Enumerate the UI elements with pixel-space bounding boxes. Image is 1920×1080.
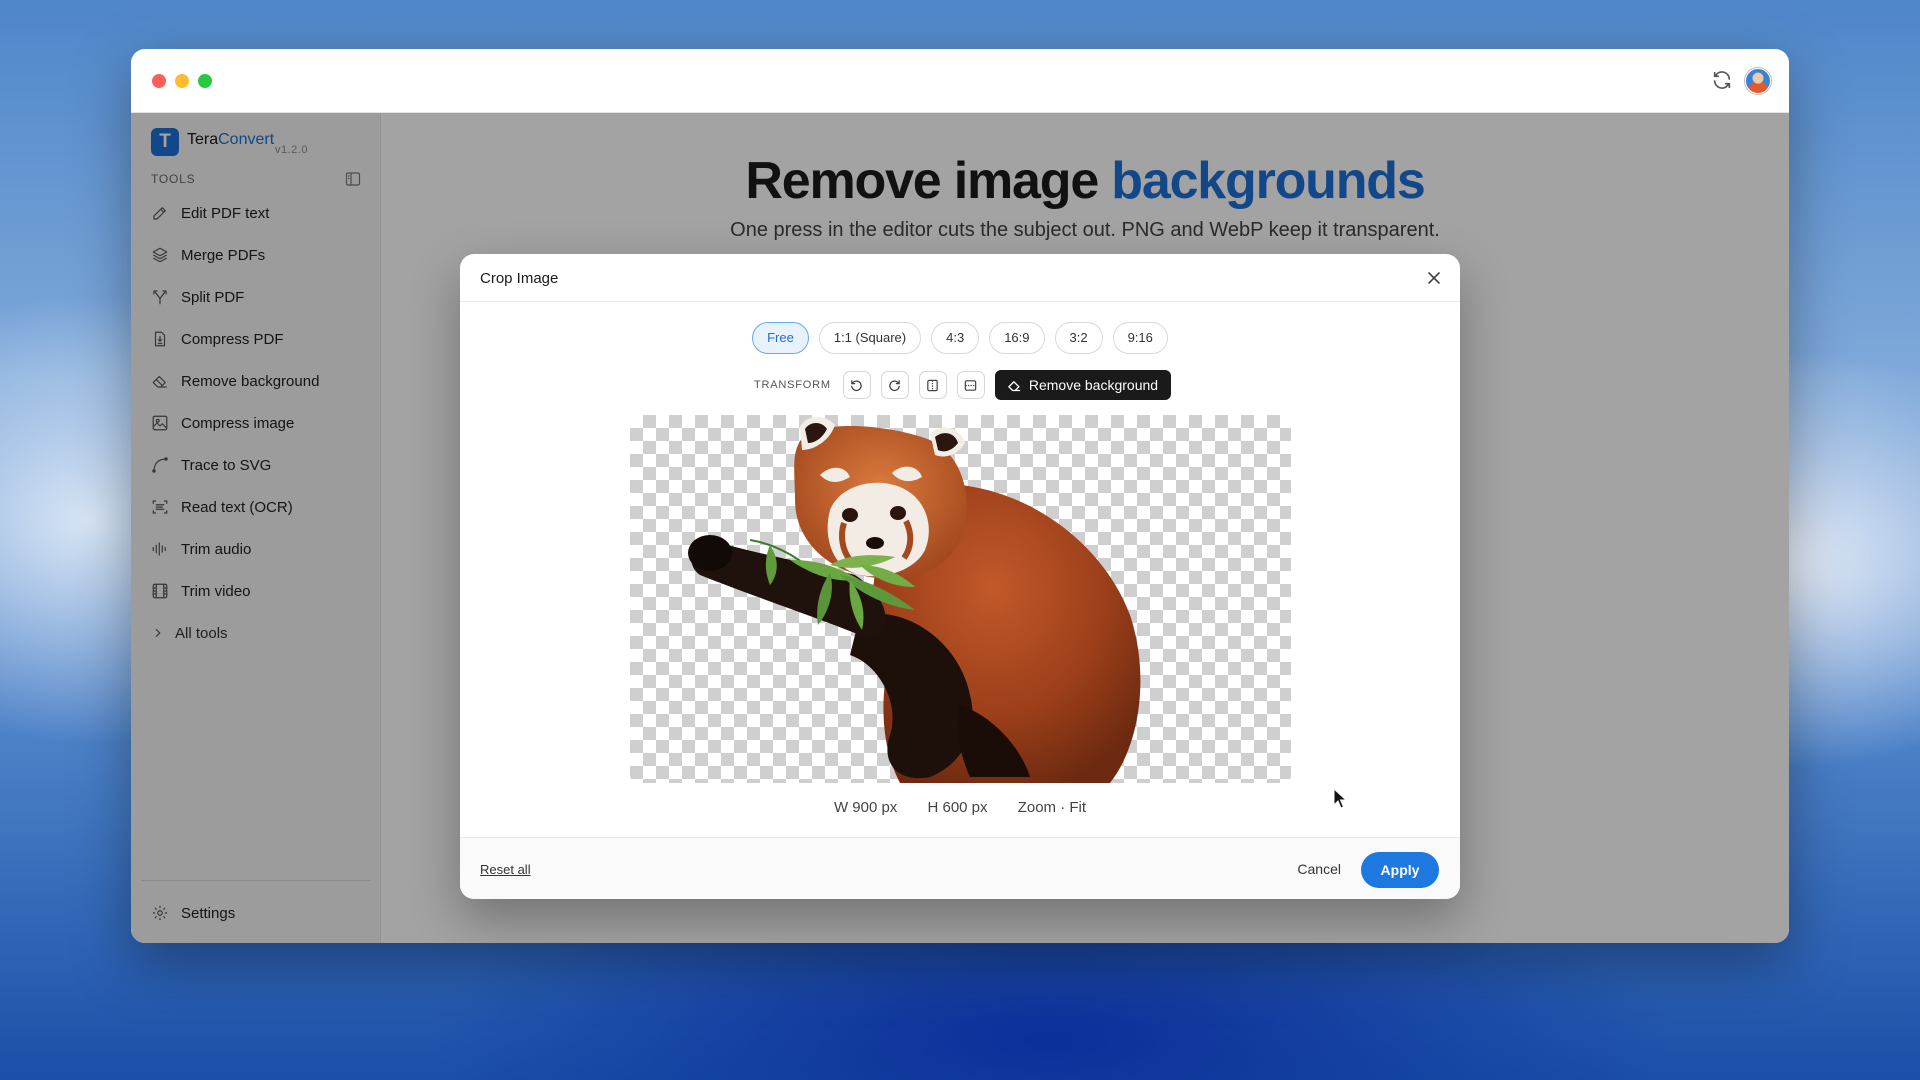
rotate-left-button[interactable]: [842, 371, 871, 399]
title-bar: [131, 49, 1789, 113]
image-dimensions: W 900 px H 600 px Zoom · Fit: [460, 799, 1460, 816]
dialog-footer: Reset all Cancel Apply: [460, 837, 1460, 899]
refresh-icon[interactable]: [1711, 69, 1733, 91]
dialog-title: Crop Image: [480, 270, 559, 287]
transform-label: TRANSFORM: [754, 379, 831, 391]
mouse-cursor-icon: [1333, 788, 1348, 809]
ratio-4-3-button[interactable]: 4:3: [931, 322, 980, 354]
red-panda-image: [688, 416, 1141, 783]
flip-vertical-button[interactable]: [956, 371, 985, 399]
dialog-header: Crop Image: [460, 254, 1460, 302]
flip-horizontal-icon: [927, 379, 939, 391]
ratio-9-16-button[interactable]: 9:16: [1112, 322, 1168, 354]
height-readout: H 600 px: [927, 799, 988, 816]
rotate-right-button[interactable]: [880, 371, 909, 399]
ratio-3-2-button[interactable]: 3:2: [1054, 322, 1103, 354]
ratio-square-button[interactable]: 1:1 (Square): [818, 322, 922, 354]
flip-vertical-icon: [965, 379, 977, 391]
ratio-16-9-button[interactable]: 16:9: [989, 322, 1045, 354]
window-close-button[interactable]: [152, 74, 166, 88]
reset-all-link[interactable]: Reset all: [480, 862, 531, 877]
width-readout: W 900 px: [833, 799, 898, 816]
crop-canvas[interactable]: [630, 415, 1291, 783]
remove-background-button[interactable]: Remove background: [994, 370, 1172, 400]
ratio-free-button[interactable]: Free: [752, 322, 809, 354]
window-maximize-button[interactable]: [198, 74, 212, 88]
avatar[interactable]: [1745, 68, 1771, 94]
remove-background-label: Remove background: [1028, 377, 1159, 393]
rotate-left-icon: [851, 379, 863, 391]
zoom-readout: Zoom · Fit: [1017, 799, 1087, 816]
transform-toolbar: TRANSFORM Remove background: [754, 370, 1172, 400]
crop-image-dialog: Crop Image Free 1:1 (Square) 4:3 16:9 3:…: [460, 254, 1460, 899]
flip-horizontal-button[interactable]: [918, 371, 947, 399]
apply-button[interactable]: Apply: [1361, 852, 1439, 888]
aspect-ratio-group: Free 1:1 (Square) 4:3 16:9 3:2 9:16: [460, 322, 1460, 354]
close-icon[interactable]: [1426, 270, 1442, 286]
window-minimize-button[interactable]: [175, 74, 189, 88]
eraser-icon: [1008, 380, 1020, 391]
cancel-button[interactable]: Cancel: [1297, 861, 1341, 877]
rotate-right-icon: [889, 379, 901, 391]
